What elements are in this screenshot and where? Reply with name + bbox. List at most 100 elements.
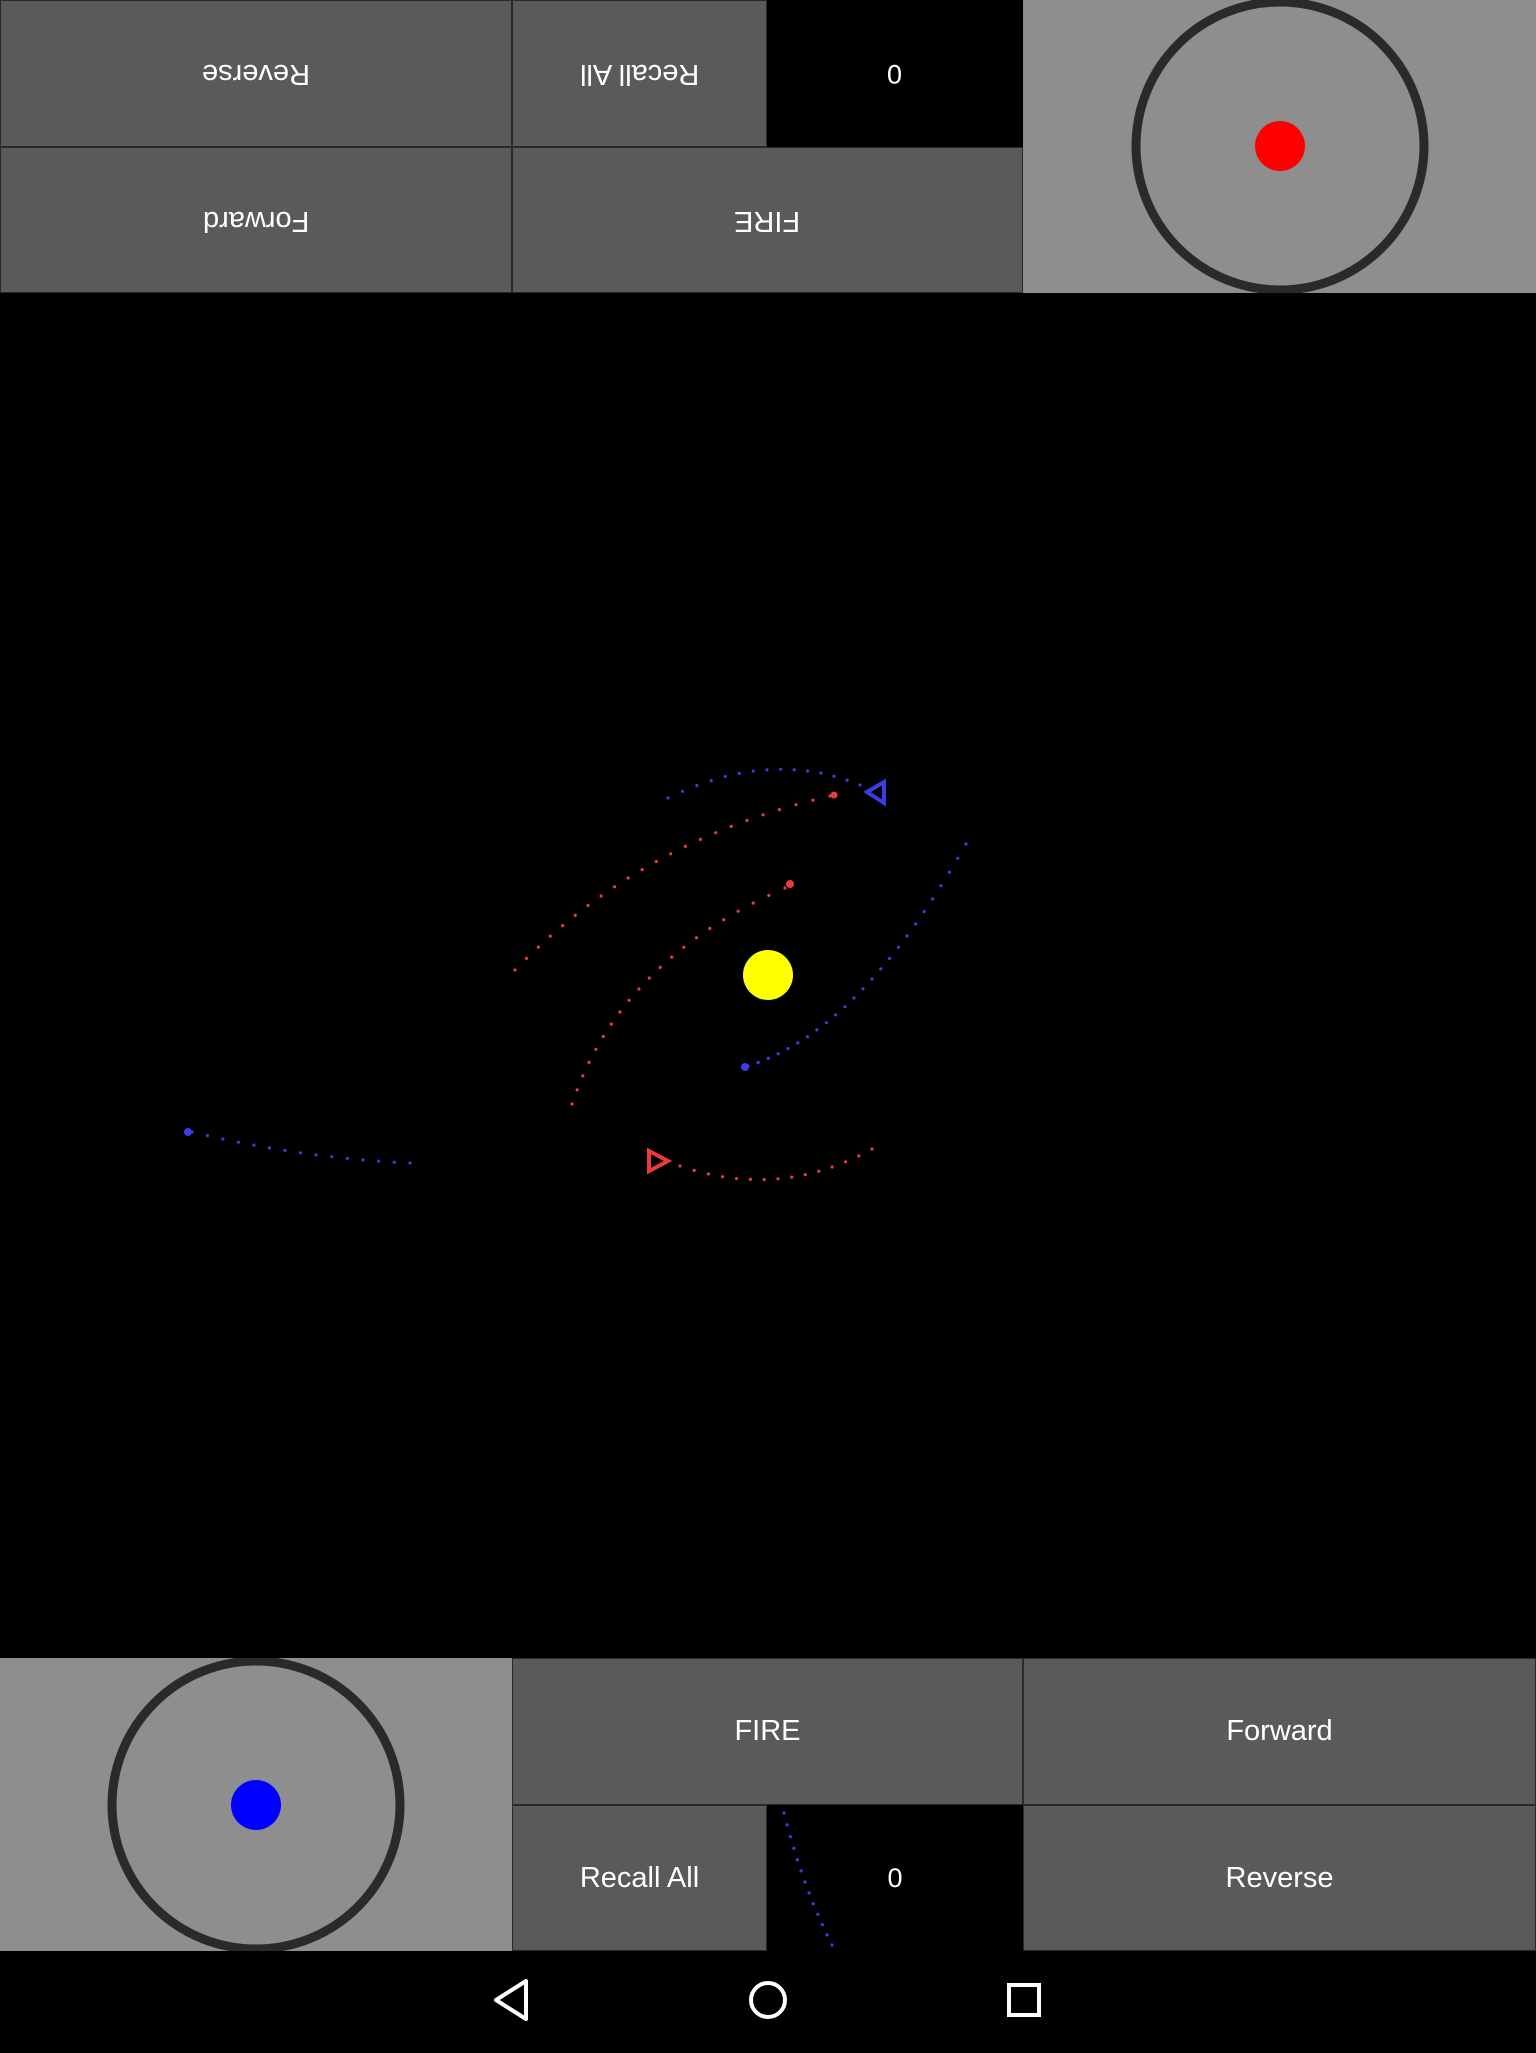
blue-projectile [184,1128,192,1136]
nav-back-button[interactable] [452,1951,572,2048]
red-projectile [786,880,794,888]
blue-trail-dot [858,783,862,787]
blue-ship [863,778,886,807]
blue-trail-dot [737,771,741,776]
blue-trail-dot [795,1858,799,1862]
blue-trail-dot [815,1028,819,1032]
blue-trail-dot [766,1056,770,1060]
red-trail-dot [706,1172,711,1176]
top-joystick[interactable] [1023,0,1536,293]
blue-trail-dot [345,1156,349,1160]
top-fire-label: FIRE [734,204,801,237]
red-trail-dot [658,965,662,970]
back-triangle-icon [494,1979,528,2021]
bottom-joystick[interactable] [0,1658,512,1951]
blue-trail-dot [956,856,960,860]
offscreen-blue-trail [782,1811,834,1947]
blue-trail-dot [843,1005,847,1009]
blue-trail-dot [922,910,926,914]
bottom-joystick-knob [231,1780,281,1830]
blue-trail-dot [756,1060,760,1065]
blue-trail-dot [806,769,810,773]
red-trail-dot [736,909,740,913]
blue-trail-dot [680,789,685,793]
sun [743,950,793,1000]
red-trail-dot [720,1175,725,1179]
red-trail-dot [640,868,644,872]
red-trail-dot [612,885,617,889]
top-forward-button[interactable]: Forward [0,147,512,293]
red-trail-dot [745,818,749,823]
red-trail-dot [561,924,565,928]
blue-trail-dot [807,1891,811,1895]
red-projectile [830,791,838,799]
red-trail-dot [803,1173,807,1177]
blue-trail-dot [845,778,849,782]
blue-trail-dot [870,977,874,981]
red-trail-dot [670,955,674,959]
red-trail-dot [627,998,631,1002]
top-recall-all-button[interactable]: Recall All [512,0,767,147]
red-trail-dot [669,852,673,856]
top-recall-all-label: Recall All [579,58,700,90]
navigation-bar [0,1951,1536,2048]
bottom-score-value: 0 [887,1862,903,1893]
nav-recents-button[interactable] [964,1951,1084,2048]
red-trail-dot [722,918,726,922]
bottom-forward-button[interactable]: Forward [1023,1658,1536,1805]
blue-trail-dot [723,774,727,779]
red-trail-dot [776,1177,780,1181]
red-trail-dot [626,876,630,880]
red-trail-dot [734,1176,739,1181]
blue-trail-dot [751,769,755,773]
red-trail-dot [777,808,782,812]
red-trail-dot [618,1010,622,1014]
red-trail-dot [599,894,603,898]
blue-trail-dot [786,1047,790,1051]
red-trail-dot [536,945,540,949]
blue-trail-dot [805,1035,810,1039]
bottom-fire-button[interactable]: FIRE [512,1658,1023,1805]
red-trail-dot [844,1160,848,1164]
bottom-recall-all-label: Recall All [579,1861,700,1894]
bottom-recall-all-button[interactable]: Recall All [512,1805,767,1951]
blue-trail-dot [830,1943,834,1947]
top-reverse-button[interactable]: Reverse [0,0,512,147]
blue-trail-dot [779,767,783,771]
red-trail-dot [830,1165,834,1169]
blue-trail-dot [782,1811,786,1815]
blue-trail-dot [283,1148,287,1152]
red-trail-dot [748,1177,753,1181]
red-trail-dot [524,956,529,961]
red-trail-dot [857,1154,861,1158]
red-trail-dot [654,859,658,864]
bottom-reverse-button[interactable]: Reverse [1023,1805,1536,1951]
red-trail-dot [783,886,787,890]
top-score: 0 [767,0,1023,147]
blue-trail-dot [852,996,856,1000]
blue-trail-dot [377,1159,381,1163]
red-trail-dot [751,901,755,905]
red-trail-dot [698,837,703,842]
blue-trail-dot [695,783,699,788]
blue-projectile [741,1063,749,1071]
nav-home-button[interactable] [708,1951,828,2048]
red-trail-dot [683,844,688,849]
red-trail-dot [594,1047,598,1051]
top-fire-button[interactable]: FIRE [512,147,1023,293]
blue-trail-dot [221,1137,225,1141]
blue-trail-dot [788,1835,792,1839]
blue-trail-dot [896,945,901,949]
blue-trail-dot [408,1161,412,1165]
blue-trail-dot [236,1140,240,1144]
blue-trail-dot [803,1880,807,1884]
red-trail-dot [601,1034,605,1039]
blue-trail-dot [861,987,865,991]
blue-trail-dot [964,842,968,846]
top-joystick-knob [1255,121,1305,171]
blue-trail-dot [666,796,670,800]
blue-trail-dot [298,1151,303,1155]
red-trail-dot [581,1074,585,1078]
blue-trail-dot [834,1013,838,1017]
blue-trail-dot [931,897,935,901]
